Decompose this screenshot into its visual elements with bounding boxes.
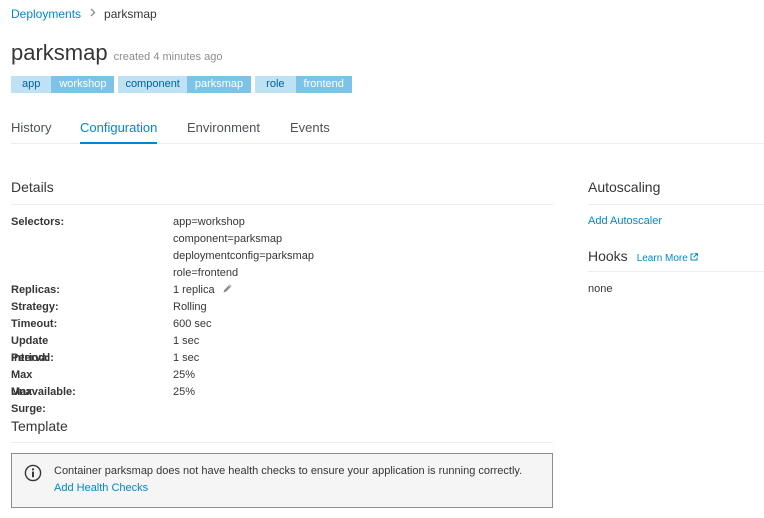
max-unavailable-value: 25% — [173, 369, 196, 381]
label-component[interactable]: component parksmap — [118, 76, 252, 93]
selector-value: app=workshop — [173, 216, 245, 228]
tab-environment[interactable]: Environment — [187, 120, 260, 142]
add-health-checks-link[interactable]: Add Health Checks — [54, 482, 148, 494]
interval-value: 1 sec — [173, 352, 200, 364]
update-period-value: 1 sec — [173, 335, 200, 347]
selector-value: role=frontend — [173, 267, 239, 279]
label-value[interactable]: parksmap — [186, 76, 252, 93]
details-divider — [11, 204, 553, 205]
max-surge-label: Max Surge: — [11, 386, 46, 415]
replicas-value: 1 replica — [173, 284, 215, 296]
hooks-header: Hooks Learn More — [588, 248, 698, 264]
learn-more-link[interactable]: Learn More — [637, 253, 698, 264]
strategy-label: Strategy: — [11, 301, 59, 313]
label-value[interactable]: frontend — [295, 76, 352, 93]
hooks-value: none — [588, 283, 613, 295]
max-surge-value: 25% — [173, 386, 196, 398]
selector-value: component=parksmap — [173, 233, 283, 245]
chevron-right-icon — [90, 8, 96, 20]
breadcrumb-link-deployments[interactable]: Deployments — [11, 7, 81, 21]
health-check-alert: Container parksmap does not have health … — [11, 453, 553, 508]
created-timestamp: created 4 minutes ago — [113, 51, 223, 63]
selectors-label: Selectors: — [11, 216, 65, 228]
template-divider — [11, 442, 553, 443]
label-app[interactable]: app workshop — [11, 76, 115, 93]
hooks-heading: Hooks — [588, 248, 628, 264]
label-key[interactable]: role — [255, 76, 296, 93]
replicas-value-wrap: 1 replica — [173, 282, 233, 299]
selector-value: deploymentconfig=parksmap — [173, 250, 314, 262]
breadcrumb: Deployments parksmap — [11, 6, 157, 22]
details-heading: Details — [11, 179, 54, 195]
breadcrumb-current: parksmap — [104, 7, 157, 21]
interval-label: Interval: — [11, 352, 54, 364]
alert-message: Container parksmap does not have health … — [54, 465, 523, 477]
label-role[interactable]: role frontend — [255, 76, 352, 93]
add-autoscaler-link[interactable]: Add Autoscaler — [588, 215, 662, 227]
strategy-value: Rolling — [173, 301, 207, 313]
page-title: parksmap — [11, 40, 108, 65]
hooks-divider — [588, 271, 764, 272]
label-key[interactable]: app — [11, 76, 52, 93]
external-link-icon — [690, 253, 698, 261]
tab-bar: History Configuration Environment Events — [11, 113, 764, 144]
autoscaling-heading: Autoscaling — [588, 179, 661, 195]
tab-events[interactable]: Events — [290, 120, 330, 142]
page-header: parksmap created 4 minutes ago — [11, 40, 222, 66]
label-value[interactable]: workshop — [51, 76, 115, 93]
timeout-value: 600 sec — [173, 318, 212, 330]
template-heading: Template — [11, 418, 68, 434]
info-circle-icon — [24, 464, 42, 482]
tab-history[interactable]: History — [11, 120, 51, 142]
timeout-label: Timeout: — [11, 318, 58, 330]
label-key[interactable]: component — [118, 76, 187, 93]
label-list: app workshop component parksmap role fro… — [11, 76, 356, 93]
replicas-label: Replicas: — [11, 284, 60, 296]
pencil-icon[interactable] — [222, 283, 233, 294]
autoscaling-divider — [588, 204, 764, 205]
learn-more-label: Learn More — [636, 253, 688, 264]
tab-configuration[interactable]: Configuration — [80, 120, 158, 144]
